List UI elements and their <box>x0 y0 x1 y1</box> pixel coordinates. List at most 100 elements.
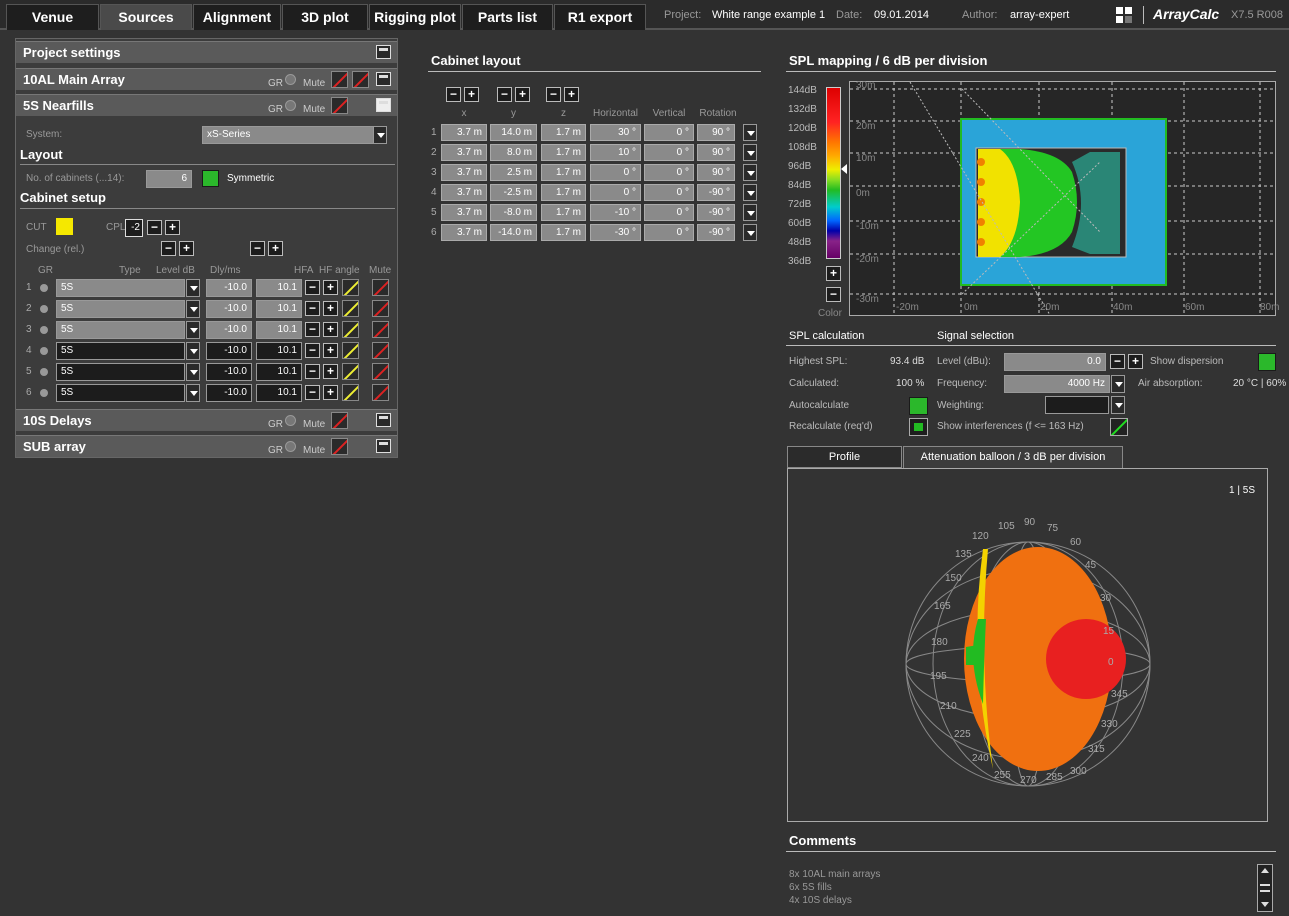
collapse-icon[interactable] <box>376 45 391 59</box>
chevron-down-icon[interactable] <box>1111 375 1125 393</box>
system-select[interactable]: xS-Series <box>202 126 374 144</box>
scale-pointer-icon[interactable] <box>841 164 847 174</box>
minus-icon[interactable]: − <box>147 220 162 235</box>
hf-angle-icon[interactable] <box>342 384 359 401</box>
minus-icon[interactable]: − <box>305 322 320 337</box>
collapse-icon[interactable] <box>376 98 391 112</box>
plus-icon[interactable]: + <box>268 241 283 256</box>
delay-input[interactable]: -10.0 <box>206 321 252 339</box>
group-header-sub[interactable]: SUB array GR Mute <box>16 435 397 457</box>
hf-angle-icon[interactable] <box>342 279 359 296</box>
hfa-input[interactable]: 10.1 <box>256 321 302 339</box>
tab-profile[interactable]: Profile <box>787 446 902 468</box>
gr-dot-icon[interactable] <box>285 441 296 452</box>
cabinet-type-select[interactable]: 5S <box>56 300 185 318</box>
minus-icon[interactable]: − <box>305 385 320 400</box>
cabinet-vertical-input[interactable]: 0 ° <box>644 204 694 221</box>
cabinet-horizontal-input[interactable]: 0 ° <box>590 164 641 181</box>
cabinet-z-input[interactable]: 1.7 m <box>541 224 586 241</box>
chevron-down-icon[interactable] <box>743 144 757 161</box>
cabinet-y-input[interactable]: -14.0 m <box>490 224 537 241</box>
scroll-thumb[interactable] <box>1260 884 1270 892</box>
frequency-select[interactable]: 4000 Hz <box>1004 375 1110 393</box>
mute-icon[interactable] <box>331 438 348 455</box>
cabinet-z-input[interactable]: 1.7 m <box>541 164 586 181</box>
cabinet-horizontal-input[interactable]: -10 ° <box>590 204 641 221</box>
chevron-down-icon[interactable] <box>1111 396 1125 414</box>
minus-icon[interactable]: − <box>305 343 320 358</box>
minus-icon[interactable]: − <box>305 280 320 295</box>
cabinet-type-select[interactable]: 5S <box>56 363 185 381</box>
gr-dot-icon[interactable] <box>40 284 48 292</box>
plus-icon[interactable]: + <box>323 280 338 295</box>
mute-icon[interactable] <box>372 321 389 338</box>
cabinet-rotation-input[interactable]: 90 ° <box>697 124 735 141</box>
plus-icon[interactable]: + <box>323 322 338 337</box>
tab-attenuation-balloon[interactable]: Attenuation balloon / 3 dB per division <box>903 446 1123 468</box>
cabinet-horizontal-input[interactable]: 30 ° <box>590 124 641 141</box>
cabinet-rotation-input[interactable]: -90 ° <box>697 204 735 221</box>
delay-input[interactable]: -10.0 <box>206 342 252 360</box>
cabinet-y-input[interactable]: 8.0 m <box>490 144 537 161</box>
spl-map-plot[interactable]: 30m 20m 10m 0m -10m -20m -30m -20m 0m 20m 40m 60m 8… <box>849 80 1279 316</box>
cabinet-y-input[interactable]: 14.0 m <box>490 124 537 141</box>
chevron-down-icon[interactable] <box>186 384 200 402</box>
delay-input[interactable]: -10.0 <box>206 300 252 318</box>
hfa-input[interactable]: 10.1 <box>256 384 302 402</box>
chevron-down-icon[interactable] <box>373 126 387 144</box>
cabinet-type-select[interactable]: 5S <box>56 279 185 297</box>
plus-icon[interactable]: + <box>179 241 194 256</box>
cabinet-type-select[interactable]: 5S <box>56 321 185 339</box>
mute-icon[interactable] <box>372 300 389 317</box>
cabinet-z-input[interactable]: 1.7 m <box>541 184 586 201</box>
cabinet-z-input[interactable]: 1.7 m <box>541 144 586 161</box>
tab-alignment[interactable]: Alignment <box>193 4 281 30</box>
collapse-icon[interactable] <box>376 72 391 86</box>
tab-sources[interactable]: Sources <box>100 4 192 30</box>
group-header-10s[interactable]: 10S Delays GR Mute <box>16 409 397 431</box>
cabinet-x-input[interactable]: 3.7 m <box>441 124 487 141</box>
gr-dot-icon[interactable] <box>40 389 48 397</box>
minus-icon[interactable]: − <box>250 241 265 256</box>
cabinet-rotation-input[interactable]: 90 ° <box>697 144 735 161</box>
show-interferences-checkbox[interactable] <box>1110 418 1128 436</box>
mute-icon[interactable] <box>352 71 369 88</box>
cabinet-z-input[interactable]: 1.7 m <box>541 124 586 141</box>
cabinet-type-select[interactable]: 5S <box>56 342 185 360</box>
cabinet-x-input[interactable]: 3.7 m <box>441 204 487 221</box>
mute-icon[interactable] <box>372 342 389 359</box>
plus-icon[interactable]: + <box>323 364 338 379</box>
cabinet-y-input[interactable]: 2.5 m <box>490 164 537 181</box>
cabinet-horizontal-input[interactable]: 0 ° <box>590 184 641 201</box>
mute-icon[interactable] <box>331 412 348 429</box>
cabinet-x-input[interactable]: 3.7 m <box>441 224 487 241</box>
delay-input[interactable]: -10.0 <box>206 384 252 402</box>
balloon-plot[interactable]: 1 | 5S 105 90 75 120 60 135 45 150 30 165 15 180 0 19… <box>787 468 1268 822</box>
hfa-input[interactable]: 10.1 <box>256 300 302 318</box>
minus-icon[interactable]: − <box>305 364 320 379</box>
recalculate-button[interactable] <box>909 418 928 436</box>
hfa-input[interactable]: 10.1 <box>256 342 302 360</box>
minus-icon[interactable]: − <box>546 87 561 102</box>
hf-angle-icon[interactable] <box>342 300 359 317</box>
mute-icon[interactable] <box>331 71 348 88</box>
delay-input[interactable]: -10.0 <box>206 279 252 297</box>
minus-icon[interactable]: − <box>446 87 461 102</box>
chevron-down-icon[interactable] <box>743 224 757 241</box>
plus-icon[interactable]: + <box>165 220 180 235</box>
minus-icon[interactable]: − <box>497 87 512 102</box>
autocalculate-checkbox[interactable] <box>909 397 928 415</box>
cabinet-vertical-input[interactable]: 0 ° <box>644 164 694 181</box>
hfa-input[interactable]: 10.1 <box>256 363 302 381</box>
spl-map-canvas[interactable] <box>850 82 1275 315</box>
minus-icon[interactable]: − <box>161 241 176 256</box>
collapse-icon[interactable] <box>376 413 391 427</box>
cabinet-type-select[interactable]: 5S <box>56 384 185 402</box>
tab-rigging-plot[interactable]: Rigging plot <box>369 4 461 30</box>
cabinet-vertical-input[interactable]: 0 ° <box>644 144 694 161</box>
level-input[interactable]: 0.0 <box>1004 353 1106 371</box>
minus-icon[interactable]: − <box>826 287 841 302</box>
gr-dot-icon[interactable] <box>40 326 48 334</box>
tab-3d-plot[interactable]: 3D plot <box>282 4 368 30</box>
mute-icon[interactable] <box>372 363 389 380</box>
